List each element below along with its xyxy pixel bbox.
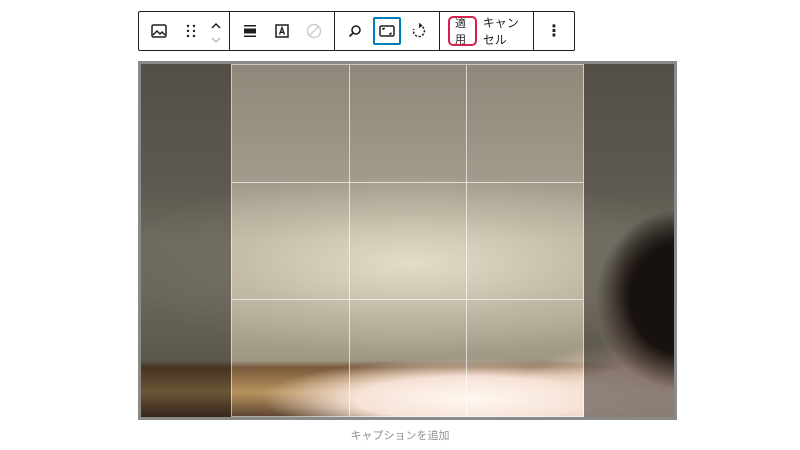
rotate-icon [412,22,426,38]
toolbar-group-crop [335,12,440,50]
text-over-image-button[interactable] [268,17,296,45]
align-icon [244,25,256,37]
crop-grid-line [232,181,583,183]
crop-selection[interactable] [231,64,584,417]
move-up-button[interactable] [210,17,222,31]
rotate-button[interactable] [405,17,433,45]
align-button[interactable] [236,17,264,45]
crop-shade-left [141,64,231,417]
block-toolbar: 適用 キャンセル ⋮ [138,11,575,51]
toolbar-group-block [139,12,230,50]
aspect-ratio-icon [379,25,395,37]
caption-placeholder[interactable]: キャプションを追加 [0,427,800,443]
more-options-button[interactable]: ⋮ [540,17,568,45]
drag-handle-button[interactable] [177,17,205,45]
drag-handle-icon [186,24,196,38]
toolbar-group-actions: 適用 キャンセル [440,12,534,50]
disabled-circle-icon [306,23,322,39]
aspect-ratio-button[interactable] [373,17,401,45]
move-down-button[interactable] [210,31,222,45]
crop-shade-right [584,64,674,417]
crop-grid-line [348,65,350,416]
zoom-icon [348,25,361,38]
zoom-button[interactable] [341,17,369,45]
cancel-button[interactable]: キャンセル [477,16,529,47]
move-down-icon [211,37,221,44]
image-crop-area[interactable] [138,61,677,420]
text-over-image-icon [275,24,289,38]
disabled-button[interactable] [300,17,328,45]
image-block-button[interactable] [145,17,173,45]
image-icon [151,24,167,38]
block-mover [207,16,225,46]
toolbar-group-format [230,12,335,50]
apply-button[interactable]: 適用 [448,16,477,46]
toolbar-group-options: ⋮ [534,12,574,50]
crop-grid-line [232,298,583,300]
crop-grid-line [465,65,467,416]
